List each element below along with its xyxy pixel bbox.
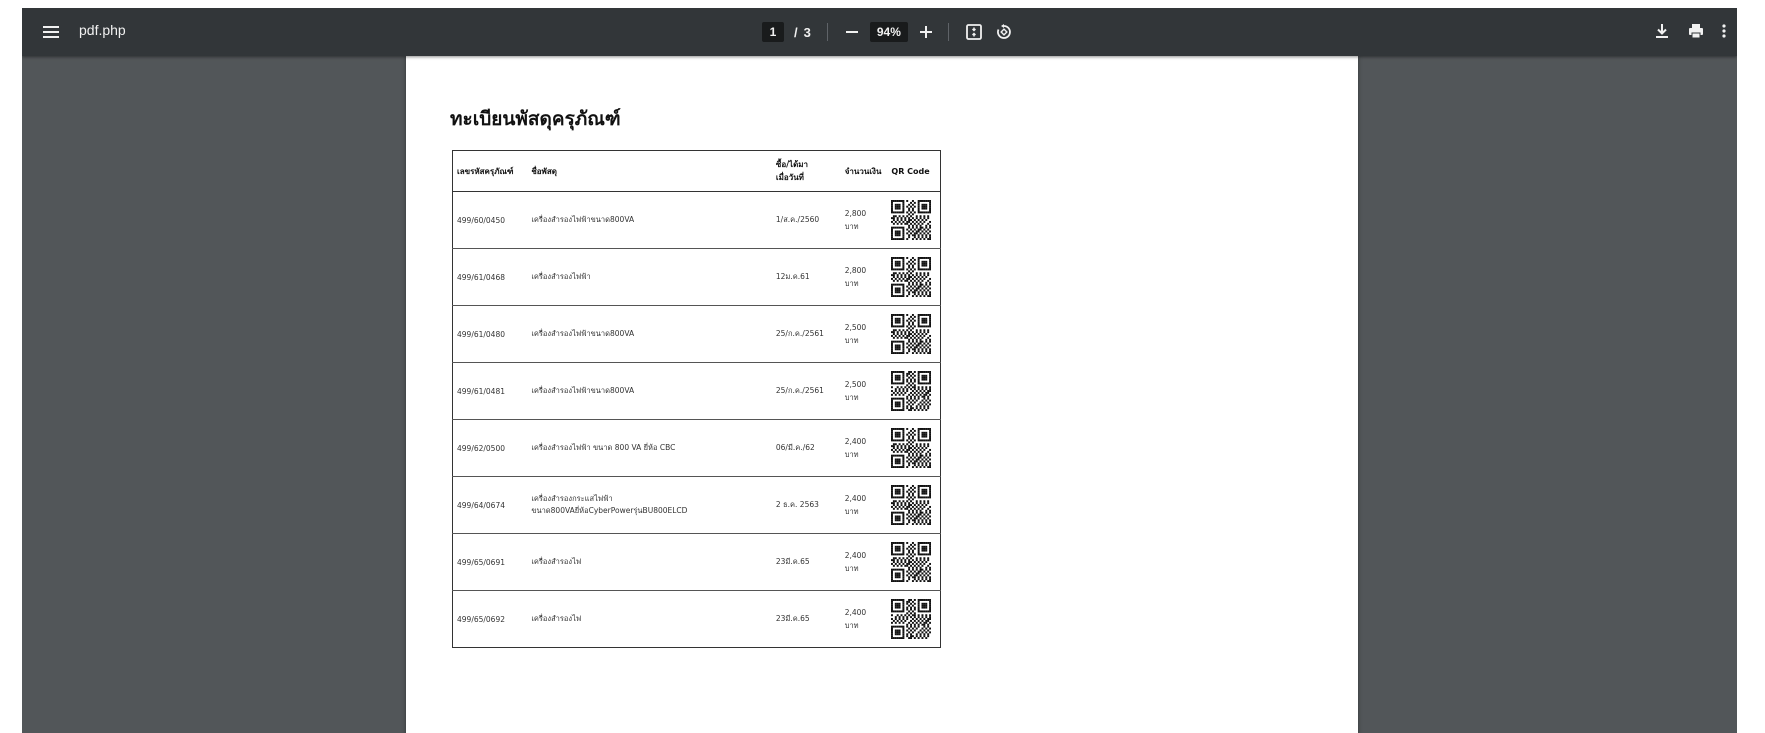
qr-code-icon: [887, 591, 940, 648]
header-amount: จำนวนเงิน: [840, 150, 888, 192]
item-name: เครื่องสำรองไฟฟ้า ขนาด 800 VA ยี่ห้อ CBC: [527, 419, 772, 477]
asset-id: 499/65/0691: [452, 533, 528, 591]
item-name: เครื่องสำรองไฟฟ้า: [527, 248, 772, 306]
item-name: เครื่องสำรองไฟฟ้าขนาด800VA: [527, 362, 772, 420]
amount-cell: 2,400 บาท: [840, 533, 888, 591]
qr-code-icon: [887, 305, 941, 363]
amount-unit: บาท: [844, 393, 859, 402]
amount-value: 2,800: [844, 209, 867, 218]
amount-unit: บาท: [844, 279, 859, 288]
asset-table: เลขรหัสครุภัณฑ์ ชื่อพัสดุ ซื้อ/ได้มา เมื…: [452, 150, 941, 648]
acquired-date: 25/ก.ค./2561: [771, 362, 841, 420]
minus-icon[interactable]: [842, 22, 862, 42]
amount-unit: บาท: [844, 336, 859, 345]
rotate-icon[interactable]: [993, 21, 1015, 43]
asset-id: 499/60/0450: [452, 191, 528, 249]
amount-value: 2,400: [844, 551, 867, 560]
asset-id: 499/62/0500: [452, 419, 528, 477]
page-separator: /: [794, 24, 798, 40]
amount-value: 2,500: [844, 380, 867, 389]
table-row: 499/65/0692 เครื่องสำรองไฟ 23มี.ค.65 2,400 บ…: [453, 591, 941, 648]
acquired-date: 25/ก.ค./2561: [771, 305, 841, 363]
toolbar-divider: [947, 23, 949, 41]
acquired-date: 06/มี.ค./62: [771, 419, 841, 477]
file-name: pdf.php: [79, 22, 126, 38]
acquired-date: 23มี.ค.65: [771, 533, 841, 591]
qr-code-icon: [887, 248, 941, 306]
asset-id: 499/61/0480: [452, 305, 528, 363]
pdf-page: ทะเบียนพัสดุครุภัณฑ์ เลขรหัสครุภัณฑ์ ชื่…: [406, 56, 1358, 733]
print-icon[interactable]: [1685, 20, 1707, 42]
amount-unit: บาท: [844, 564, 859, 573]
item-name: เครื่องสำรองไฟฟ้าขนาด800VA: [527, 191, 772, 249]
header-acquired-date: ซื้อ/ได้มา เมื่อวันที่: [771, 150, 841, 192]
amount-cell: 2,800 บาท: [840, 248, 888, 306]
header-item-name: ชื่อพัสดุ: [527, 150, 772, 192]
table-row: 499/62/0500 เครื่องสำรองไฟฟ้า ขนาด 800 VA…: [452, 419, 941, 477]
qr-code-icon: [887, 191, 941, 249]
header-asset-id: เลขรหัสครุภัณฑ์: [452, 150, 528, 192]
table-row: 499/61/0480 เครื่องสำรองไฟฟ้าขนาด800VA 25/…: [452, 305, 941, 363]
table-header-row: เลขรหัสครุภัณฑ์ ชื่อพัสดุ ซื้อ/ได้มา เมื…: [452, 150, 941, 192]
page-number-input[interactable]: 1: [762, 22, 784, 42]
amount-unit: บาท: [844, 621, 859, 630]
fit-page-icon[interactable]: [963, 21, 985, 43]
amount-cell: 2,400 บาท: [841, 591, 888, 648]
amount-value: 2,500: [844, 323, 867, 332]
table-row: 499/60/0450 เครื่องสำรองไฟฟ้าขนาด800VA 1/ส…: [452, 191, 941, 249]
amount-unit: บาท: [844, 507, 859, 516]
item-name: เครื่องสำรองไฟ: [531, 614, 582, 623]
amount-value: 2,400: [844, 494, 867, 503]
table-row: 499/61/0481 เครื่องสำรองไฟฟ้าขนาด800VA 25/…: [452, 362, 941, 420]
acquired-date: 12ม.ค.61: [771, 248, 841, 306]
page-zoom-controls: 1 / 3 94%: [762, 20, 1023, 44]
page-total: 3: [803, 24, 811, 40]
table-row: 499/65/0691 เครื่องสำรองไฟ 23มี.ค.65 2,400 บ…: [452, 533, 941, 591]
asset-id: 499/65/0692: [457, 614, 505, 624]
toolbar-actions: [1651, 20, 1729, 42]
acquired-date: 23มี.ค.65: [775, 614, 810, 623]
item-name: เครื่องสำรองไฟ: [527, 533, 772, 591]
amount-cell: 2,500 บาท: [840, 305, 888, 363]
qr-code-icon: [887, 533, 941, 591]
pdf-toolbar: pdf.php 1 / 3 94%: [22, 8, 1737, 56]
asset-id: 499/61/0468: [452, 248, 528, 306]
pdf-viewer: pdf.php 1 / 3 94% ทะเบียนพัสดุครุภัณฑ์ เ…: [22, 8, 1737, 733]
amount-value: 2,400: [844, 608, 867, 617]
amount-cell: 2,400 บาท: [840, 419, 888, 477]
hamburger-icon[interactable]: [40, 21, 62, 43]
document-title: ทะเบียนพัสดุครุภัณฑ์: [450, 108, 621, 130]
amount-value: 2,400: [844, 437, 867, 446]
amount-cell: 2,400 บาท: [840, 476, 888, 534]
download-icon[interactable]: [1651, 20, 1673, 42]
amount-cell: 2,500 บาท: [840, 362, 888, 420]
amount-unit: บาท: [844, 450, 859, 459]
amount-value: 2,800: [844, 266, 867, 275]
more-vert-icon[interactable]: [1719, 20, 1729, 42]
header-qr-code: QR Code: [887, 150, 941, 192]
item-name: เครื่องสำรองกระแสไฟฟ้าขนาด800VAยี่ห้อCyb…: [527, 476, 772, 534]
acquired-date: 1/ส.ค./2560: [771, 191, 841, 249]
acquired-date: 2 ธ.ค. 2563: [771, 476, 841, 534]
qr-code-icon: [887, 419, 941, 477]
asset-id: 499/61/0481: [452, 362, 528, 420]
amount-unit: บาท: [844, 222, 859, 231]
plus-icon[interactable]: [916, 22, 936, 42]
zoom-level-input[interactable]: 94%: [869, 22, 908, 42]
header-date-line1: ซื้อ/ได้มา: [775, 160, 809, 169]
table-row: 499/64/0674 เครื่องสำรองกระแสไฟฟ้าขนาด800…: [452, 476, 941, 534]
qr-code-icon: [887, 362, 941, 420]
header-date-line2: เมื่อวันที่: [775, 173, 804, 182]
amount-cell: 2,800 บาท: [840, 191, 888, 249]
qr-code-icon: [887, 476, 941, 534]
asset-id: 499/64/0674: [452, 476, 528, 534]
item-name: เครื่องสำรองไฟฟ้าขนาด800VA: [527, 305, 772, 363]
table-row: 499/61/0468 เครื่องสำรองไฟฟ้า 12ม.ค.61 2,80…: [452, 248, 941, 306]
toolbar-divider: [826, 23, 828, 41]
